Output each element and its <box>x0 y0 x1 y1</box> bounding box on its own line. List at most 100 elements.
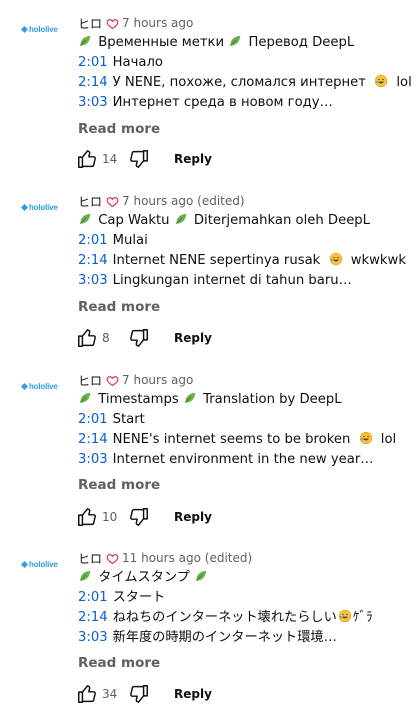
rofl-emoji-icon <box>329 252 342 266</box>
rofl-emoji-icon <box>338 609 351 623</box>
timestamp-line: 2:14 NENE's internet seems to be broken l… <box>78 430 413 450</box>
comment-header: ヒロ 7 hours ago (edited) <box>78 191 245 211</box>
comment-time[interactable]: 7 hours ago <box>122 16 193 30</box>
heart-icon <box>106 553 119 564</box>
comment-title-line: タイムスタンプ <box>78 568 413 588</box>
timestamp-text: Lingkungan internet di tahun baru… <box>112 273 352 288</box>
reply-button[interactable]: Reply <box>174 687 212 701</box>
comment-title-line: Cap Waktu Diterjemahkan oleh DeepL <box>78 211 413 231</box>
author-name[interactable]: ヒロ <box>78 550 102 567</box>
read-more-button[interactable]: Read more <box>78 299 160 315</box>
timestamp-line: 3:03 Lingkungan internet di tahun baru… <box>78 271 413 291</box>
comment-body: Timestamps Translation by DeepL 2:01 Star… <box>78 390 413 470</box>
translation-credit: Перевод DeepL <box>248 35 355 50</box>
author-name[interactable]: ヒロ <box>78 372 102 389</box>
timestamp-link[interactable]: 2:14 <box>78 75 108 90</box>
timestamp-line: 3:03 Internet environment in the new year… <box>78 450 413 470</box>
thumbs-down-icon[interactable] <box>128 327 150 349</box>
like-count: 34 <box>102 687 118 701</box>
thumbs-up-icon[interactable] <box>76 683 98 705</box>
rofl-emoji-icon <box>375 74 388 88</box>
comment-time[interactable]: 7 hours ago (edited) <box>122 194 245 208</box>
thumbs-down-icon[interactable] <box>128 506 150 528</box>
like-count: 8 <box>102 331 110 345</box>
like-count: 10 <box>102 510 118 524</box>
comment-title-line: Временные метки Перевод DeepL <box>78 33 413 53</box>
title-text: Cap Waktu <box>98 213 170 228</box>
translation-credit: Translation by DeepL <box>203 392 342 407</box>
timestamp-text: 新年度の時期のインターネット環境… <box>112 630 337 645</box>
emoji-text: lol <box>396 75 412 90</box>
timestamp-link[interactable]: 3:03 <box>78 452 108 467</box>
timestamp-text: Internet NENE sepertinya rusak <box>112 253 321 268</box>
comment-header: ヒロ 7 hours ago <box>78 13 193 33</box>
translation-credit: Diterjemahkan oleh DeepL <box>193 213 371 228</box>
comment-actions: 34 Reply <box>76 682 212 706</box>
comment-time[interactable]: 11 hours ago (edited) <box>122 551 252 565</box>
timestamp-text: スタート <box>112 590 166 605</box>
comment-body: Cap Waktu Diterjemahkan oleh DeepL 2:01 M… <box>78 211 413 291</box>
comment-time[interactable]: 7 hours ago <box>122 373 193 387</box>
leaf-icon <box>80 570 91 581</box>
comment-actions: 8 Reply <box>76 326 212 350</box>
heart-icon <box>106 196 119 207</box>
leaf-icon <box>80 213 91 224</box>
author-name[interactable]: ヒロ <box>78 15 102 32</box>
leaf-icon <box>80 35 91 46</box>
timestamp-link[interactable]: 3:03 <box>78 273 108 288</box>
timestamp-link[interactable]: 2:01 <box>78 55 108 70</box>
timestamp-text: Начало <box>112 55 163 70</box>
hololive-logo-mark <box>20 25 29 33</box>
thumbs-up-icon[interactable] <box>76 148 98 170</box>
avatar[interactable]: hololive <box>20 379 62 393</box>
rofl-emoji-icon <box>359 431 372 445</box>
thumbs-up-icon[interactable] <box>76 506 98 528</box>
read-more-button[interactable]: Read more <box>78 477 160 493</box>
timestamp-line: 2:01 Начало <box>78 53 413 73</box>
timestamp-link[interactable]: 2:01 <box>78 233 108 248</box>
avatar-label: hololive <box>29 381 58 391</box>
timestamp-line: 2:14 Internet NENE sepertinya rusak wkwkw… <box>78 251 413 271</box>
avatar-label: hololive <box>29 202 58 212</box>
read-more-button[interactable]: Read more <box>78 121 160 137</box>
hololive-logo-mark <box>20 382 29 390</box>
reply-button[interactable]: Reply <box>174 510 212 524</box>
thumbs-up-icon[interactable] <box>76 327 98 349</box>
timestamp-link[interactable]: 2:01 <box>78 590 108 605</box>
timestamp-text: Internet environment in the new year… <box>112 452 374 467</box>
timestamp-link[interactable]: 2:14 <box>78 432 108 447</box>
timestamp-link[interactable]: 2:01 <box>78 412 108 427</box>
title-text: Временные метки <box>98 35 225 50</box>
avatar[interactable]: hololive <box>20 557 62 571</box>
avatar-label: hololive <box>29 559 58 569</box>
comment-actions: 14 Reply <box>76 147 212 171</box>
comment-title-line: Timestamps Translation by DeepL <box>78 390 413 410</box>
avatar-label: hololive <box>29 24 58 34</box>
timestamp-line: 2:01 Start <box>78 410 413 430</box>
timestamp-text: ねねちのインターネット壊れたらしい <box>112 610 337 625</box>
timestamp-text: Start <box>112 412 145 427</box>
reply-button[interactable]: Reply <box>174 152 212 166</box>
hololive-logo-mark <box>20 560 29 568</box>
emoji-text: lol <box>380 432 397 447</box>
timestamp-line: 2:14 ねねちのインターネット壊れたらしい ｹﾞﾗ <box>78 608 413 628</box>
hololive-logo-mark <box>20 203 29 211</box>
timestamp-link[interactable]: 2:14 <box>78 610 108 625</box>
heart-icon <box>106 375 119 386</box>
author-name[interactable]: ヒロ <box>78 193 102 210</box>
avatar[interactable]: hololive <box>20 200 62 214</box>
emoji-text: ｹﾞﾗ <box>352 610 373 625</box>
avatar[interactable]: hololive <box>20 22 62 36</box>
thumbs-down-icon[interactable] <box>128 148 150 170</box>
reply-button[interactable]: Reply <box>174 331 212 345</box>
like-count: 14 <box>102 152 118 166</box>
read-more-button[interactable]: Read more <box>78 655 160 671</box>
timestamp-link[interactable]: 2:14 <box>78 253 108 268</box>
timestamp-link[interactable]: 3:03 <box>78 95 108 110</box>
timestamp-line: 3:03 Интернет среда в новом году… <box>78 93 413 113</box>
comment-header: ヒロ 7 hours ago <box>78 370 193 390</box>
thumbs-down-icon[interactable] <box>128 683 150 705</box>
timestamp-line: 2:01 Mulai <box>78 231 413 251</box>
timestamp-link[interactable]: 3:03 <box>78 630 108 645</box>
comment-header: ヒロ 11 hours ago (edited) <box>78 548 252 568</box>
